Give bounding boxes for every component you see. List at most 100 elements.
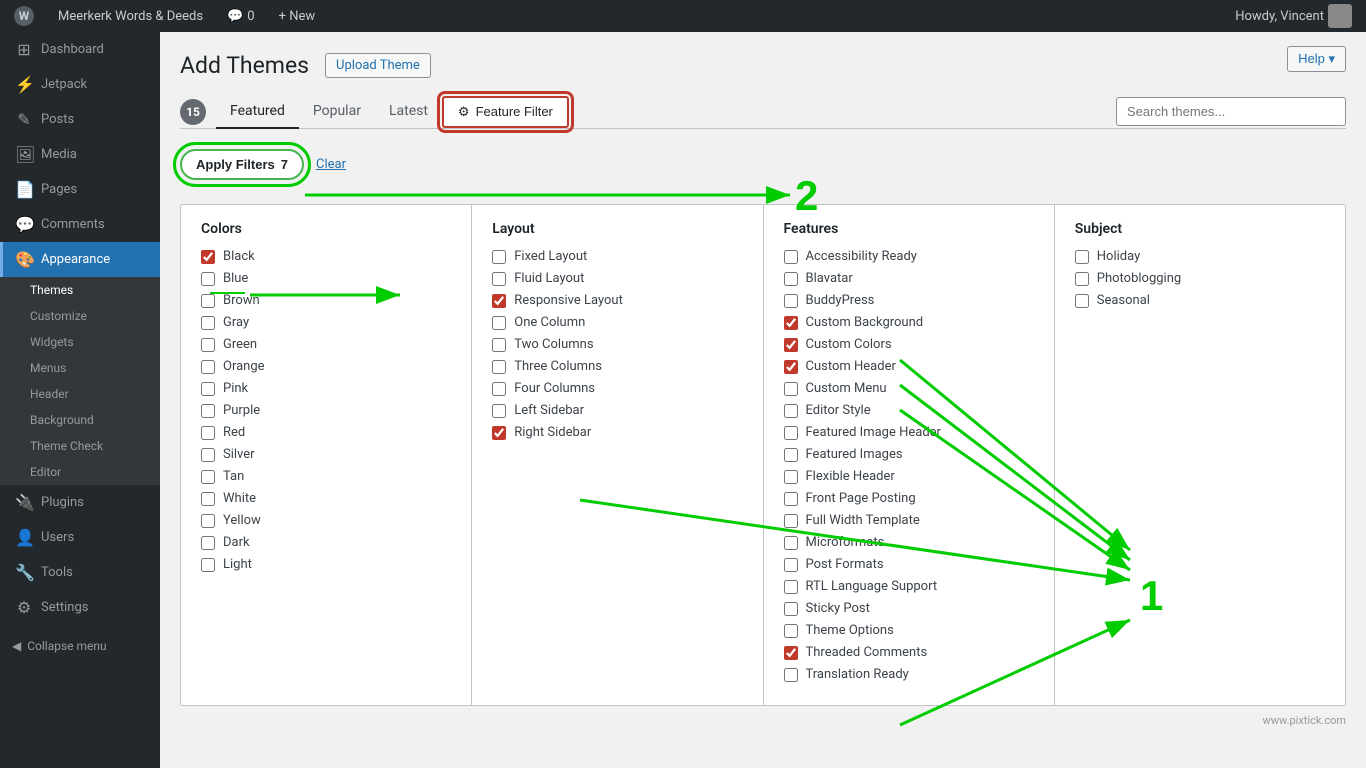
color-label-blue[interactable]: Blue — [223, 271, 248, 286]
feature-checkbox-featured-images[interactable] — [784, 448, 798, 462]
subject-label-holiday[interactable]: Holiday — [1097, 249, 1140, 264]
sidebar-subitem-menus[interactable]: Menus — [0, 355, 160, 381]
sidebar-item-posts[interactable]: ✎ Posts — [0, 102, 160, 137]
layout-checkbox-two-columns[interactable] — [492, 338, 506, 352]
layout-checkbox-left-sidebar[interactable] — [492, 404, 506, 418]
feature-checkbox-custom-background[interactable] — [784, 316, 798, 330]
sidebar-subitem-theme-check[interactable]: Theme Check — [0, 433, 160, 459]
feature-label-theme-options[interactable]: Theme Options — [806, 623, 894, 638]
feature-label-buddypress[interactable]: BuddyPress — [806, 293, 875, 308]
feature-checkbox-translation-ready[interactable] — [784, 668, 798, 682]
feature-checkbox-flexible-header[interactable] — [784, 470, 798, 484]
sidebar-item-settings[interactable]: ⚙ Settings — [0, 590, 160, 625]
tab-latest[interactable]: Latest — [375, 95, 442, 129]
color-label-white[interactable]: White — [223, 491, 256, 506]
color-checkbox-black[interactable] — [201, 250, 215, 264]
sidebar-subitem-widgets[interactable]: Widgets — [0, 329, 160, 355]
color-label-yellow[interactable]: Yellow — [223, 513, 261, 528]
color-checkbox-green[interactable] — [201, 338, 215, 352]
apply-filters-button[interactable]: Apply Filters 7 — [180, 149, 304, 180]
layout-label-two-columns[interactable]: Two Columns — [514, 337, 593, 352]
layout-checkbox-responsive[interactable] — [492, 294, 506, 308]
layout-label-responsive[interactable]: Responsive Layout — [514, 293, 623, 308]
feature-checkbox-post-formats[interactable] — [784, 558, 798, 572]
sidebar-subitem-background[interactable]: Background — [0, 407, 160, 433]
search-themes-input[interactable] — [1116, 97, 1346, 126]
feature-checkbox-featured-image-header[interactable] — [784, 426, 798, 440]
feature-label-custom-background[interactable]: Custom Background — [806, 315, 924, 330]
feature-label-translation-ready[interactable]: Translation Ready — [806, 667, 909, 682]
color-label-tan[interactable]: Tan — [223, 469, 244, 484]
color-checkbox-orange[interactable] — [201, 360, 215, 374]
feature-label-custom-menu[interactable]: Custom Menu — [806, 381, 887, 396]
site-name[interactable]: Meerkerk Words & Deeds — [52, 0, 209, 32]
feature-checkbox-sticky-post[interactable] — [784, 602, 798, 616]
color-label-purple[interactable]: Purple — [223, 403, 260, 418]
color-label-dark[interactable]: Dark — [223, 535, 250, 550]
feature-label-front-page-posting[interactable]: Front Page Posting — [806, 491, 916, 506]
color-label-gray[interactable]: Gray — [223, 315, 249, 330]
subject-checkbox-seasonal[interactable] — [1075, 294, 1089, 308]
sidebar-item-pages[interactable]: 📄 Pages — [0, 172, 160, 207]
feature-label-sticky-post[interactable]: Sticky Post — [806, 601, 870, 616]
feature-checkbox-editor-style[interactable] — [784, 404, 798, 418]
color-label-red[interactable]: Red — [223, 425, 245, 440]
subject-checkbox-holiday[interactable] — [1075, 250, 1089, 264]
color-checkbox-tan[interactable] — [201, 470, 215, 484]
feature-checkbox-blavatar[interactable] — [784, 272, 798, 286]
feature-label-rtl-language-support[interactable]: RTL Language Support — [806, 579, 938, 594]
sidebar-item-tools[interactable]: 🔧 Tools — [0, 555, 160, 590]
help-button[interactable]: Help ▾ — [1287, 46, 1346, 72]
color-checkbox-silver[interactable] — [201, 448, 215, 462]
color-checkbox-dark[interactable] — [201, 536, 215, 550]
collapse-menu[interactable]: ◀ Collapse menu — [0, 629, 160, 663]
feature-label-post-formats[interactable]: Post Formats — [806, 557, 884, 572]
sidebar-item-media[interactable]: 🖼 Media — [0, 137, 160, 172]
layout-label-fluid[interactable]: Fluid Layout — [514, 271, 584, 286]
sidebar-item-comments[interactable]: 💬 Comments — [0, 207, 160, 242]
color-checkbox-yellow[interactable] — [201, 514, 215, 528]
clear-filters-link[interactable]: Clear — [316, 157, 346, 172]
feature-label-flexible-header[interactable]: Flexible Header — [806, 469, 895, 484]
subject-checkbox-photoblogging[interactable] — [1075, 272, 1089, 286]
feature-label-custom-header[interactable]: Custom Header — [806, 359, 896, 374]
color-label-pink[interactable]: Pink — [223, 381, 248, 396]
layout-label-one-column[interactable]: One Column — [514, 315, 585, 330]
feature-label-blavatar[interactable]: Blavatar — [806, 271, 853, 286]
layout-label-fixed[interactable]: Fixed Layout — [514, 249, 587, 264]
layout-label-left-sidebar[interactable]: Left Sidebar — [514, 403, 584, 418]
color-label-silver[interactable]: Silver — [223, 447, 255, 462]
sidebar-item-users[interactable]: 👤 Users — [0, 520, 160, 555]
layout-checkbox-right-sidebar[interactable] — [492, 426, 506, 440]
feature-label-full-width-template[interactable]: Full Width Template — [806, 513, 920, 528]
layout-label-three-columns[interactable]: Three Columns — [514, 359, 602, 374]
tab-popular[interactable]: Popular — [299, 95, 375, 129]
howdy-user[interactable]: Howdy, Vincent — [1229, 0, 1358, 32]
feature-label-threaded-comments[interactable]: Threaded Comments — [806, 645, 928, 660]
layout-checkbox-fluid[interactable] — [492, 272, 506, 286]
feature-checkbox-front-page-posting[interactable] — [784, 492, 798, 506]
feature-checkbox-microformats[interactable] — [784, 536, 798, 550]
sidebar-item-dashboard[interactable]: ⊞ Dashboard — [0, 32, 160, 67]
color-checkbox-red[interactable] — [201, 426, 215, 440]
subject-label-seasonal[interactable]: Seasonal — [1097, 293, 1150, 308]
color-label-brown[interactable]: Brown — [223, 293, 260, 308]
feature-label-editor-style[interactable]: Editor Style — [806, 403, 871, 418]
feature-filter-button[interactable]: ⚙ Feature Filter — [442, 96, 569, 128]
feature-checkbox-rtl-language-support[interactable] — [784, 580, 798, 594]
sidebar-subitem-themes[interactable]: Themes — [0, 277, 160, 303]
feature-label-featured-image-header[interactable]: Featured Image Header — [806, 425, 941, 440]
feature-label-custom-colors[interactable]: Custom Colors — [806, 337, 892, 352]
feature-label-featured-images[interactable]: Featured Images — [806, 447, 903, 462]
feature-checkbox-theme-options[interactable] — [784, 624, 798, 638]
color-checkbox-purple[interactable] — [201, 404, 215, 418]
feature-checkbox-accessibility[interactable] — [784, 250, 798, 264]
feature-label-accessibility[interactable]: Accessibility Ready — [806, 249, 917, 264]
sidebar-item-appearance[interactable]: 🎨 Appearance — [0, 242, 160, 277]
new-content-link[interactable]: + New — [273, 0, 322, 32]
color-label-light[interactable]: Light — [223, 557, 252, 572]
layout-checkbox-one-column[interactable] — [492, 316, 506, 330]
color-checkbox-light[interactable] — [201, 558, 215, 572]
feature-checkbox-custom-menu[interactable] — [784, 382, 798, 396]
wp-logo[interactable]: W — [8, 0, 40, 32]
